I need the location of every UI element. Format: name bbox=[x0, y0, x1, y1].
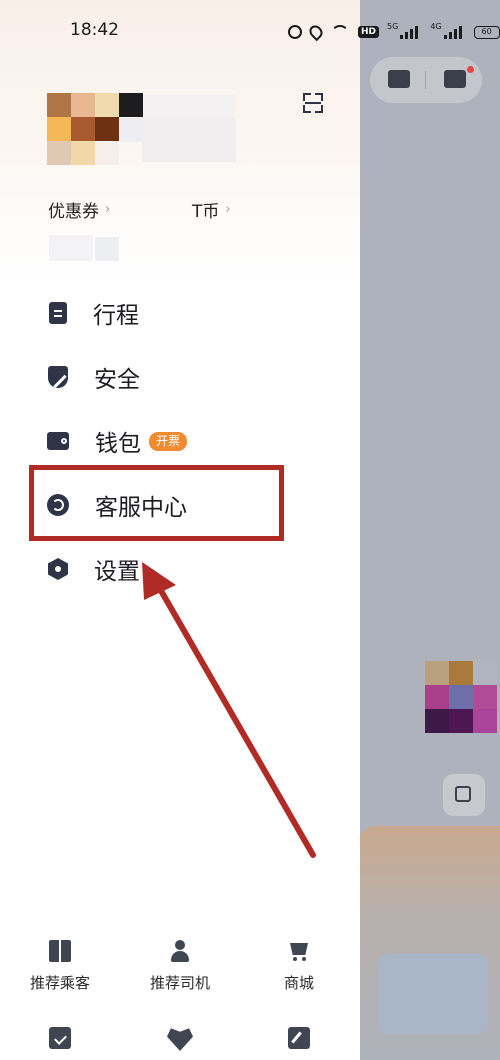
locate-icon[interactable] bbox=[443, 774, 485, 816]
username-blurred-2 bbox=[142, 118, 236, 162]
menu-item-label: 钱包 bbox=[95, 431, 141, 457]
chevron-right-icon: › bbox=[105, 202, 111, 217]
avatar-pixel bbox=[119, 93, 143, 117]
heart-icon bbox=[167, 1028, 193, 1051]
shield-icon bbox=[48, 366, 68, 388]
cart-icon bbox=[288, 940, 310, 962]
menu-item-label: 设置 bbox=[94, 559, 140, 585]
refer-driver-button[interactable]: 推荐司机 bbox=[125, 940, 235, 993]
refer-passenger-button[interactable]: 推荐乘客 bbox=[5, 940, 115, 993]
menu-item-label: 安全 bbox=[94, 367, 140, 393]
menu-item-trips[interactable]: 行程 bbox=[47, 293, 139, 333]
bottom-label: 推荐司机 bbox=[149, 974, 210, 992]
side-drawer: 优惠券 › T币 › 行程 安全 钱包 开票 客服中心 设置 推荐乘客 推荐司机… bbox=[0, 0, 360, 1060]
status-bar: 18:42 HD 5G 4G 60 bbox=[0, 0, 500, 62]
avatar[interactable] bbox=[47, 93, 119, 165]
ticket-icon[interactable] bbox=[388, 70, 410, 88]
feedback-button[interactable] bbox=[244, 1027, 354, 1049]
member-badge-blurred-2 bbox=[95, 237, 119, 261]
signal-label: 5G bbox=[387, 22, 399, 31]
background-top-actions bbox=[370, 57, 482, 103]
hd-icon: HD bbox=[358, 26, 380, 38]
settings-icon bbox=[48, 558, 68, 580]
avatar-pixel bbox=[119, 118, 143, 142]
menu-item-settings[interactable]: 设置 bbox=[47, 549, 140, 589]
location-icon bbox=[306, 22, 326, 42]
tcoins-link[interactable]: T币 › bbox=[192, 197, 231, 222]
bottom-label: 推荐乘客 bbox=[29, 974, 90, 992]
highlight-box bbox=[29, 465, 284, 541]
bottom-label: 商城 bbox=[283, 974, 314, 992]
signal-icon bbox=[400, 25, 422, 39]
calendar-check-icon bbox=[49, 1027, 71, 1049]
scan-icon[interactable] bbox=[303, 93, 323, 113]
menu-item-label: 行程 bbox=[93, 303, 139, 329]
member-badge-blurred bbox=[49, 235, 93, 261]
status-time: 18:42 bbox=[70, 20, 119, 40]
alarm-icon bbox=[288, 25, 302, 39]
username-blurred bbox=[143, 95, 235, 119]
battery-icon: 60 bbox=[473, 25, 500, 39]
driver-icon bbox=[169, 940, 191, 962]
chevron-right-icon: › bbox=[225, 202, 231, 217]
invoice-badge: 开票 bbox=[149, 431, 188, 451]
coupons-link[interactable]: 优惠券 › bbox=[48, 197, 110, 222]
calendar-button[interactable] bbox=[5, 1027, 115, 1049]
coupons-label: 优惠券 bbox=[48, 202, 99, 222]
notification-dot bbox=[467, 66, 474, 73]
signal-label: 4G bbox=[430, 22, 442, 31]
message-icon[interactable] bbox=[444, 70, 466, 88]
wallet-icon bbox=[47, 432, 69, 450]
wifi-icon bbox=[330, 25, 350, 39]
status-icons: HD 5G 4G 60 bbox=[288, 22, 500, 42]
background-card-inner bbox=[378, 954, 488, 1034]
trip-list-icon bbox=[49, 302, 67, 324]
tcoins-label: T币 bbox=[192, 202, 220, 222]
pixelated-image bbox=[425, 661, 497, 733]
menu-item-safety[interactable]: 安全 bbox=[47, 357, 140, 397]
mall-button[interactable]: 商城 bbox=[244, 940, 354, 993]
gift-icon bbox=[49, 940, 71, 962]
divider bbox=[425, 71, 426, 89]
background-card bbox=[358, 826, 500, 1060]
menu-item-wallet[interactable]: 钱包 开票 bbox=[47, 421, 188, 461]
edit-icon bbox=[288, 1027, 310, 1049]
signal-icon bbox=[443, 25, 466, 39]
favorites-button[interactable] bbox=[125, 1027, 235, 1051]
